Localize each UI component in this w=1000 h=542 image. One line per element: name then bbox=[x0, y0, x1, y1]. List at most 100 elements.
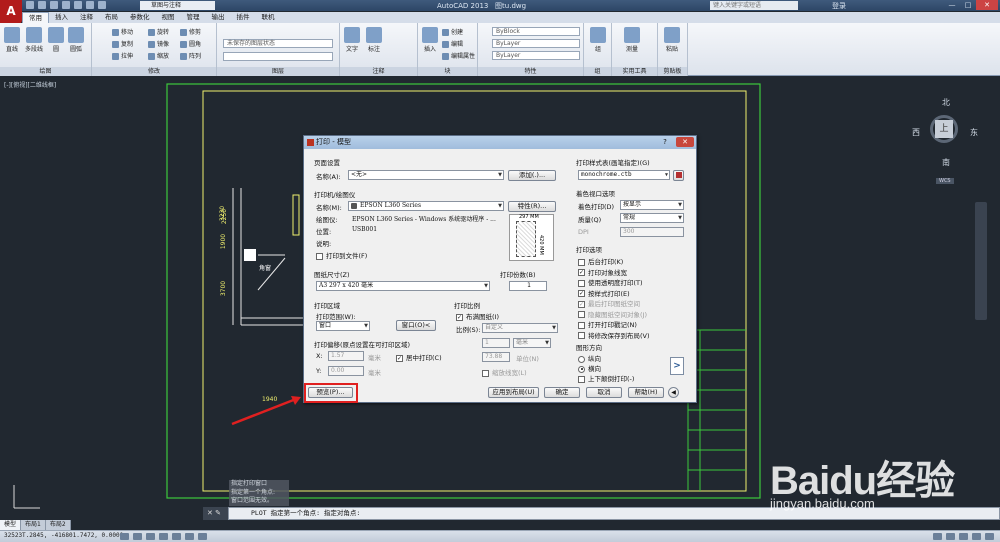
layer-state-dropdown[interactable]: 未保存的图层状态 bbox=[223, 39, 333, 48]
model-icon[interactable] bbox=[933, 533, 942, 540]
ribbon-tab[interactable]: 输出 bbox=[206, 12, 231, 23]
arc-button[interactable]: 圆弧 bbox=[68, 27, 84, 53]
minimize-icon[interactable]: — bbox=[944, 0, 960, 10]
fillet-button[interactable]: 圆角 bbox=[180, 39, 201, 48]
scale-unit-dropdown[interactable]: 毫米 bbox=[513, 338, 551, 348]
grid-icon[interactable] bbox=[133, 533, 142, 540]
lineweight-icon[interactable] bbox=[198, 533, 207, 540]
paste-button[interactable]: 粘贴 bbox=[664, 27, 680, 53]
window-pick-button[interactable]: 窗口(O)< bbox=[396, 320, 436, 331]
circle-button[interactable]: 圆 bbox=[48, 27, 64, 53]
ribbon-tab[interactable]: 插入 bbox=[49, 12, 74, 23]
ribbon-tab[interactable]: 视图 bbox=[156, 12, 181, 23]
printer-name-dropdown[interactable]: EPSON L360 Series bbox=[348, 201, 504, 211]
mirror-button[interactable]: 镜像 bbox=[148, 39, 169, 48]
redo-icon[interactable] bbox=[98, 1, 106, 9]
insert-block-button[interactable]: 插入 bbox=[422, 27, 438, 53]
autocad-app-menu-button[interactable]: A bbox=[0, 0, 22, 24]
scale-dropdown[interactable]: 自定义 bbox=[482, 323, 558, 333]
plot-area-dropdown[interactable]: 窗口 bbox=[316, 321, 370, 331]
plot-option-checkbox[interactable]: 后台打印(K) bbox=[578, 256, 623, 266]
ribbon-tab[interactable]: 注释 bbox=[74, 12, 99, 23]
center-plot-checkbox[interactable]: ✓ 居中打印(C) bbox=[396, 352, 442, 362]
ribbon-tab[interactable]: 参数化 bbox=[124, 12, 156, 23]
shade-plot-dropdown[interactable]: 按显示 bbox=[620, 200, 684, 210]
ribbon-group-title[interactable]: 组 bbox=[584, 67, 611, 76]
linetype-dropdown[interactable]: ByLayer bbox=[492, 39, 580, 48]
edit-attributes-button[interactable]: 编辑属性 bbox=[442, 51, 475, 60]
ribbon-tab[interactable]: 插件 bbox=[231, 12, 256, 23]
edit-block-button[interactable]: 编辑 bbox=[442, 39, 463, 48]
undo-icon[interactable] bbox=[86, 1, 94, 9]
edit-plot-style-button[interactable] bbox=[673, 170, 684, 181]
trim-button[interactable]: 修剪 bbox=[180, 27, 201, 36]
plot-style-dropdown[interactable]: monochrome.ctb bbox=[578, 170, 670, 180]
dimension-button[interactable]: 标注 bbox=[366, 27, 382, 53]
line-button[interactable]: 直线 bbox=[4, 27, 20, 53]
array-button[interactable]: 阵列 bbox=[180, 51, 201, 60]
cancel-button[interactable]: 取消 bbox=[586, 387, 622, 398]
scale-button[interactable]: 缩放 bbox=[148, 51, 169, 60]
ribbon-group-title[interactable]: 实用工具 bbox=[612, 67, 657, 76]
ribbon-tab[interactable]: 常用 bbox=[22, 12, 49, 23]
workspace-dropdown[interactable]: 草图与注释 bbox=[140, 1, 215, 10]
apply-to-layout-button[interactable]: 应用到布局(U) bbox=[488, 387, 539, 398]
layout-tab[interactable]: 模型 bbox=[0, 520, 22, 530]
lineweight-dropdown[interactable]: ByLayer bbox=[492, 51, 580, 60]
create-block-button[interactable]: 创建 bbox=[442, 27, 463, 36]
annotation-scale-icon[interactable] bbox=[946, 533, 955, 540]
dialog-close-button[interactable]: ✕ bbox=[676, 137, 694, 147]
plot-icon[interactable] bbox=[74, 1, 82, 9]
maximize-icon[interactable]: □ bbox=[960, 0, 976, 10]
offset-y-input[interactable]: 0.00 bbox=[328, 366, 364, 376]
viewcube[interactable]: 北 西 东 南 上 WCS bbox=[908, 97, 980, 184]
scale-lineweights-checkbox[interactable]: 缩放线宽(L) bbox=[482, 367, 527, 377]
viewport-controls[interactable]: [-][俯视][二维线框] bbox=[4, 80, 56, 89]
compass-west[interactable]: 西 bbox=[912, 127, 920, 138]
navigation-bar[interactable] bbox=[975, 202, 987, 320]
dialog-help-button[interactable]: ? bbox=[656, 137, 674, 147]
plot-option-checkbox[interactable]: 打开打印戳记(N) bbox=[578, 319, 637, 329]
polyline-button[interactable]: 多段线 bbox=[25, 27, 43, 53]
ok-button[interactable]: 确定 bbox=[544, 387, 580, 398]
open-icon[interactable] bbox=[38, 1, 46, 9]
portrait-radio[interactable]: 纵向 bbox=[578, 353, 601, 363]
ribbon-tab[interactable]: 联机 bbox=[256, 12, 281, 23]
viewcube-top[interactable]: 上 bbox=[935, 120, 953, 138]
add-page-setup-button[interactable]: 添加(.)... bbox=[508, 170, 556, 181]
ribbon-group-title[interactable]: 块 bbox=[418, 67, 477, 76]
plot-option-checkbox[interactable]: 将修改保存到布局(V) bbox=[578, 330, 650, 340]
otrack-icon[interactable] bbox=[185, 533, 194, 540]
scale-value1-input[interactable]: 1 bbox=[482, 338, 510, 348]
plot-option-checkbox[interactable]: ✓ 按样式打印(E) bbox=[578, 288, 630, 298]
ribbon-group-title[interactable]: 特性 bbox=[478, 67, 583, 76]
layout-tab[interactable]: 布局2 bbox=[45, 520, 71, 530]
move-button[interactable]: 移动 bbox=[112, 27, 133, 36]
upside-down-checkbox[interactable]: 上下颠倒打印(-) bbox=[578, 373, 634, 383]
ribbon-group-title[interactable]: 绘图 bbox=[0, 67, 91, 76]
print-to-file-checkbox[interactable]: 打印到文件(F) bbox=[316, 250, 367, 260]
save-icon[interactable] bbox=[50, 1, 58, 9]
rotate-button[interactable]: 旋转 bbox=[148, 27, 169, 36]
offset-x-input[interactable]: 1.57 bbox=[328, 351, 364, 361]
collapse-options-button[interactable]: ◀ bbox=[668, 387, 679, 398]
lock-icon[interactable] bbox=[972, 533, 981, 540]
compass-south[interactable]: 南 bbox=[942, 157, 950, 168]
compass-east[interactable]: 东 bbox=[970, 127, 978, 138]
ribbon-group-title[interactable]: 修改 bbox=[92, 67, 216, 76]
color-dropdown[interactable]: ByBlock bbox=[492, 27, 580, 36]
close-icon[interactable]: ✕ bbox=[976, 0, 998, 10]
fullscreen-icon[interactable] bbox=[985, 533, 994, 540]
measure-button[interactable]: 测量 bbox=[624, 27, 640, 53]
plot-option-checkbox[interactable]: ✓ 打印对象线宽 bbox=[578, 267, 627, 277]
stretch-button[interactable]: 拉伸 bbox=[112, 51, 133, 60]
plot-option-checkbox[interactable]: ✓ 最后打印图纸空间 bbox=[578, 298, 640, 308]
scale-value2-input[interactable]: 73.88 bbox=[482, 352, 510, 362]
osnap-icon[interactable] bbox=[172, 533, 181, 540]
printer-properties-button[interactable]: 特性(R)... bbox=[508, 201, 556, 212]
dpi-input[interactable]: 300 bbox=[620, 227, 684, 237]
page-setup-name-dropdown[interactable]: <无> bbox=[348, 170, 504, 180]
compass-north[interactable]: 北 bbox=[942, 97, 950, 108]
command-line-close[interactable]: ✕ ✎ bbox=[203, 507, 228, 520]
login-button[interactable]: 登录 bbox=[832, 1, 846, 11]
